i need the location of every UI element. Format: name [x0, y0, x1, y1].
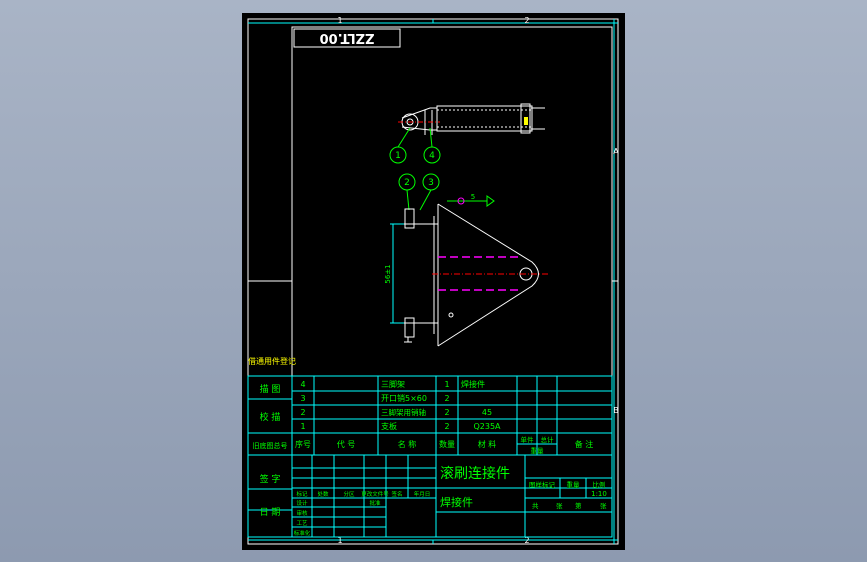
svg-text:1: 1	[395, 151, 401, 161]
svg-text:2: 2	[444, 394, 449, 403]
zone-top-1: 1	[337, 16, 342, 25]
svg-text:标记: 标记	[296, 490, 308, 498]
zone-right-b: B	[613, 406, 619, 415]
svg-text:Q235A: Q235A	[473, 422, 501, 431]
svg-text:审核: 审核	[296, 509, 308, 517]
svg-text:分区: 分区	[343, 490, 355, 498]
svg-text:2: 2	[300, 408, 305, 417]
title-weight-label: 重量	[567, 481, 581, 489]
zone-right-a: A	[613, 147, 619, 156]
label-check: 校 描	[260, 411, 281, 423]
svg-text:4: 4	[300, 380, 305, 389]
svg-text:开口销5×60: 开口销5×60	[381, 393, 427, 403]
bom-header-total: 总计	[541, 435, 555, 444]
cad-viewport: 1 2 1 2 A B ZZLT.00 1 4 2 3 5 56±1 借通用件登…	[242, 13, 625, 550]
svg-text:更改文件号: 更改文件号	[361, 490, 389, 498]
bom-header-note: 备 注	[575, 439, 594, 449]
title-scale-value: 1:10	[591, 490, 607, 498]
label-sign: 签 字	[260, 473, 281, 485]
svg-text:处数: 处数	[317, 490, 329, 498]
svg-text:4: 4	[429, 151, 435, 161]
svg-text:批准: 批准	[369, 499, 381, 507]
bom-header-weight: 重量	[531, 447, 545, 455]
title-part-name: 滚刷连接件	[440, 465, 510, 482]
sheet-of: 张	[556, 501, 563, 510]
weld-symbol: 5	[471, 193, 475, 201]
svg-text:焊接件: 焊接件	[461, 379, 485, 389]
svg-text:标准化: 标准化	[294, 529, 311, 537]
label-tracing: 描 图	[260, 383, 281, 395]
svg-text:年月日: 年月日	[414, 490, 431, 498]
bom-header-code: 代 号	[337, 439, 356, 449]
svg-text:三脚架: 三脚架	[381, 379, 405, 389]
sheet-no-suffix: 张	[600, 501, 607, 510]
svg-text:1: 1	[300, 422, 305, 431]
svg-text:工艺: 工艺	[296, 520, 308, 527]
svg-text:2: 2	[404, 178, 410, 188]
svg-text:1: 1	[444, 380, 449, 389]
svg-text:设计: 设计	[296, 499, 308, 507]
dimension-value: 56±1	[384, 264, 392, 283]
bom-header-material: 材 料	[478, 439, 497, 449]
top-bracket-mark	[524, 117, 528, 125]
bom-header-unit: 单件	[521, 435, 535, 444]
svg-text:45: 45	[482, 408, 492, 417]
sheet-label: 共	[532, 501, 539, 510]
svg-text:签名: 签名	[391, 490, 402, 498]
svg-text:三脚架用销轴: 三脚架用销轴	[381, 407, 426, 417]
label-old-no: 旧底图总号	[253, 441, 288, 450]
svg-text:2: 2	[444, 408, 449, 417]
bom-header-qty: 数量	[439, 439, 455, 449]
svg-text:支板: 支板	[381, 421, 397, 431]
sheet-no-label: 第	[575, 501, 582, 510]
title-part-type: 焊接件	[440, 495, 473, 509]
bom-header-no: 序号	[295, 439, 311, 449]
label-date: 日 期	[260, 507, 281, 518]
bom-header-tag: 借通用件登记	[248, 356, 296, 366]
svg-text:3: 3	[428, 178, 434, 188]
title-stage-label: 图样标记	[529, 480, 556, 489]
title-scale-label: 比例	[593, 480, 606, 489]
bom-header-name: 名 称	[398, 439, 417, 449]
drawing-code-mirrored: ZZLT.00	[320, 30, 375, 45]
svg-text:2: 2	[444, 422, 449, 431]
zone-top-2: 2	[524, 16, 529, 25]
svg-text:3: 3	[300, 394, 305, 403]
